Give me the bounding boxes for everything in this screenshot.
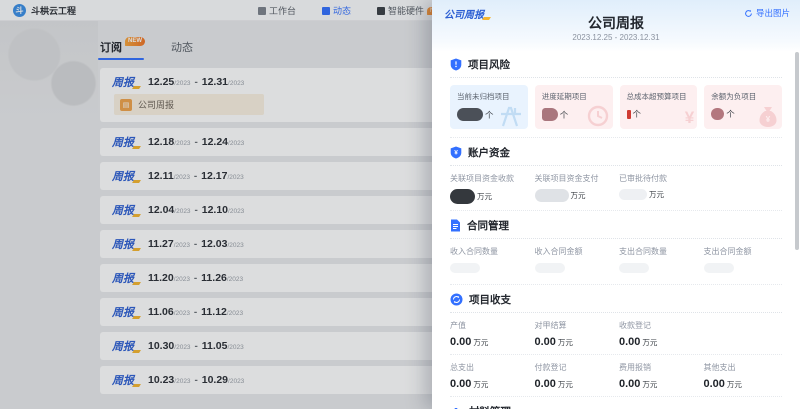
- finance-stats-row1: 产值 0.00 万元 对甲结算 0.00 万元 收款登记 0.00 万元: [450, 313, 782, 355]
- redacted-value: [450, 189, 475, 204]
- stat-approved-pending: 已审批待付款 万元: [619, 173, 698, 204]
- panel-scrollbar-thumb[interactable]: [795, 52, 799, 250]
- report-title: 公司周报: [432, 13, 800, 33]
- date-range: 12.18/2023 - 12.24/2023: [148, 136, 244, 148]
- tab-activity[interactable]: 动态: [171, 39, 193, 55]
- date-range: 11.20/2023 - 11.26/2023: [148, 272, 243, 284]
- weekly-report-stamp-icon: 周报: [112, 270, 139, 286]
- finance-stats-row2: 总支出 0.00 万元 付款登记 0.00 万元 费用报销 0.00 万元 其他…: [450, 355, 782, 397]
- workbench-icon: [258, 7, 266, 15]
- risk-card-delayed[interactable]: 进度延期项目 个: [535, 85, 613, 129]
- brand-logo-icon: 斗: [13, 4, 26, 17]
- weekly-report-stamp-icon: 周报: [112, 338, 139, 354]
- report-doc-icon: ▤: [120, 99, 132, 111]
- stat-payment-registration: 付款登记 0.00 万元: [535, 362, 614, 390]
- section-project-risk: 项目风险: [450, 50, 782, 78]
- subscribe-badge: NEW: [125, 37, 145, 46]
- redacted-value: [542, 108, 558, 121]
- stat-other-expense: 其他支出 0.00 万元: [704, 362, 783, 390]
- date-range: 10.30/2023 - 11.05/2023: [148, 340, 244, 352]
- stat-receipt-registration: 收款登记 0.00 万元: [619, 320, 698, 348]
- nav-item-activity[interactable]: 动态: [322, 4, 351, 17]
- finance-cycle-icon: [450, 293, 463, 306]
- weekly-report-stamp-icon: 周报: [112, 134, 139, 150]
- brand[interactable]: 斗 斗栱云工程: [13, 4, 76, 17]
- stat-output-value: 产值 0.00 万元: [450, 320, 529, 348]
- weekly-report-stamp-icon: 周报: [112, 74, 139, 90]
- stat-expense-contract-count: 支出合同数量: [619, 246, 698, 278]
- date-range: 10.23/2023 - 10.29/2023: [148, 374, 244, 386]
- date-range: 12.04/2023 - 12.10/2023: [148, 204, 244, 216]
- date-range: 12.25/2023 - 12.31/2023: [148, 76, 244, 88]
- funds-shield-icon: ¥: [450, 146, 462, 159]
- stat-fund-payments: 关联项目资金支付 万元: [535, 173, 614, 204]
- company-weekly-report-drawer: 公司周报 导出图片 公司周报 2023.12.25 - 2023.12.31 项…: [432, 0, 800, 409]
- date-range: 11.27/2023 - 12.03/2023: [148, 238, 244, 250]
- section-project-finance: 项目收支: [450, 285, 782, 313]
- crane-icon: [499, 104, 525, 128]
- report-date-range: 2023.12.25 - 2023.12.31: [432, 33, 800, 42]
- stat-income-contract-amount: 收入合同金额: [535, 246, 614, 278]
- redacted-value: [535, 189, 569, 202]
- weekly-report-stamp-icon: 周报: [112, 168, 139, 184]
- stat-expense-reimbursement: 费用报销 0.00 万元: [619, 362, 698, 390]
- forklift-icon: [450, 406, 463, 409]
- svg-text:¥: ¥: [454, 150, 458, 157]
- section-material-management: 材料管理: [450, 397, 782, 409]
- activity-icon: [322, 7, 330, 15]
- stat-owner-settlement: 对甲结算 0.00 万元: [535, 320, 614, 348]
- contract-doc-icon: [450, 219, 461, 232]
- shield-alert-icon: [450, 58, 462, 71]
- risk-card-over-budget[interactable]: 总成本超预算项目 个 ¥: [620, 85, 698, 129]
- tab-subscribe[interactable]: 订阅 NEW: [100, 39, 145, 55]
- money-bag-icon: ¥: [757, 105, 779, 128]
- decorative-banner: [0, 21, 98, 117]
- account-funds-stats: 关联项目资金收款 万元 关联项目资金支付 万元 已审批待付款 万元: [450, 166, 782, 211]
- weekly-report-stamp-icon: 周报: [112, 202, 139, 218]
- redacted-value: [704, 263, 734, 273]
- brand-name: 斗栱云工程: [31, 4, 76, 17]
- yuan-icon: ¥: [685, 108, 694, 128]
- stat-total-expense: 总支出 0.00 万元: [450, 362, 529, 390]
- stat-fund-receipts: 关联项目资金收款 万元: [450, 173, 529, 204]
- company-report-entry[interactable]: ▤ 公司周报: [114, 94, 264, 115]
- date-range: 12.11/2023 - 12.17/2023: [148, 170, 244, 182]
- weekly-report-stamp-icon: 周报: [112, 236, 139, 252]
- redacted-value: [711, 108, 724, 120]
- risk-cards: 当前未归档项目 个 进度延期项目 个: [450, 78, 782, 138]
- app-window: 斗 斗栱云工程 工作台 动态 智能硬件 NEW: [0, 0, 800, 409]
- weekly-report-stamp-icon: 周报: [112, 304, 139, 320]
- contract-stats: 收入合同数量 收入合同金额 支出合同数量 支出合同金额: [450, 239, 782, 285]
- redacted-value: [450, 263, 480, 273]
- redacted-value: [535, 263, 565, 273]
- redacted-value: [457, 108, 483, 121]
- risk-card-unarchived[interactable]: 当前未归档项目 个: [450, 85, 528, 129]
- smart-hardware-icon: [377, 7, 385, 15]
- risk-card-negative-balance[interactable]: 余额为负项目 个 ¥: [704, 85, 782, 129]
- clock-icon: [586, 104, 610, 128]
- stat-expense-contract-amount: 支出合同金额: [704, 246, 783, 278]
- date-range: 11.06/2023 - 11.12/2023: [148, 306, 243, 318]
- stat-income-contract-count: 收入合同数量: [450, 246, 529, 278]
- weekly-report-stamp-icon: 周报: [112, 372, 139, 388]
- nav-item-workbench[interactable]: 工作台: [258, 4, 296, 17]
- redacted-value: [619, 263, 649, 273]
- report-body: 项目风险 当前未归档项目 个 进度延期项目: [432, 50, 800, 409]
- redacted-value: [627, 110, 631, 119]
- section-contract-management: 合同管理: [450, 211, 782, 239]
- nav-menu: 工作台 动态 智能硬件 NEW: [258, 0, 447, 21]
- svg-text:¥: ¥: [766, 115, 771, 124]
- section-account-funds: ¥ 账户资金: [450, 138, 782, 166]
- redacted-value: [619, 189, 647, 200]
